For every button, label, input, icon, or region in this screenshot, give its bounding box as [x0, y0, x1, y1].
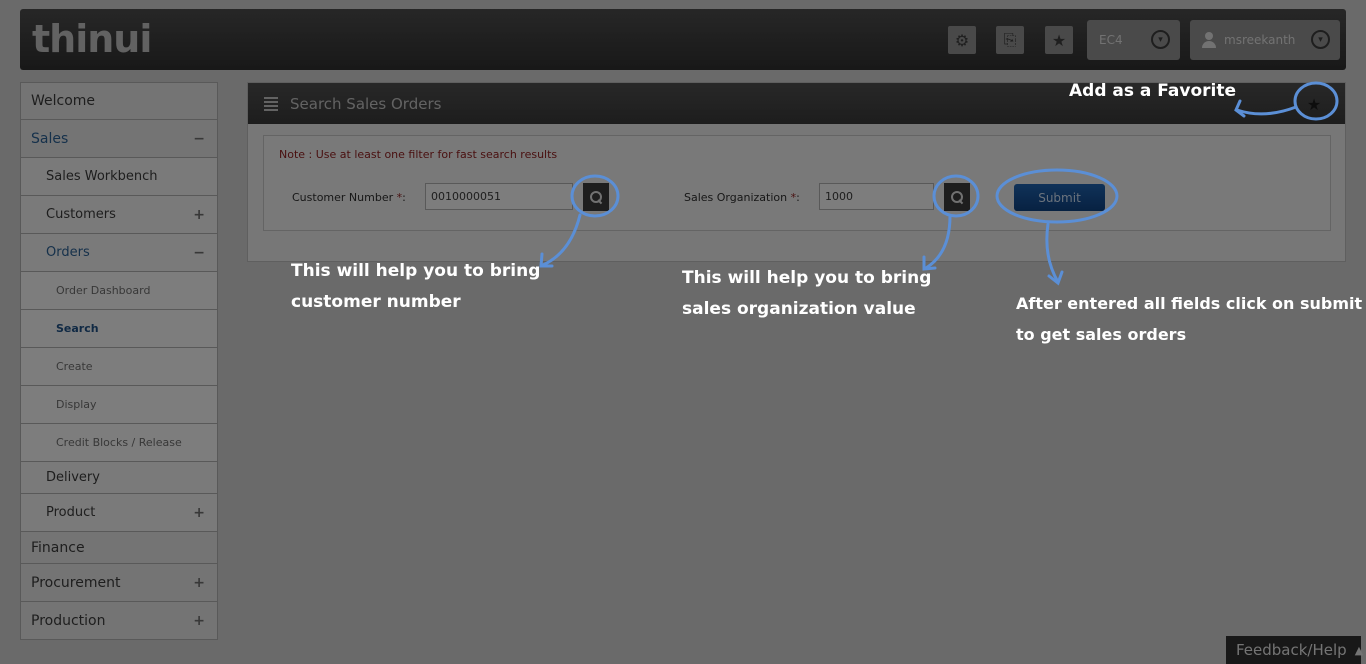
- customer-annotation-line2: customer number: [291, 292, 461, 312]
- favorite-annotation: Add as a Favorite: [1069, 81, 1237, 101]
- customer-annotation-line1: This will help you to bring: [291, 261, 541, 281]
- submit-annotation-line2: to get sales orders: [1016, 325, 1187, 344]
- salesorg-annotation-line1: This will help you to bring: [682, 268, 932, 288]
- submit-annotation-line1: After entered all fields click on submit: [1016, 294, 1363, 313]
- salesorg-annotation-line2: sales organization value: [682, 299, 916, 319]
